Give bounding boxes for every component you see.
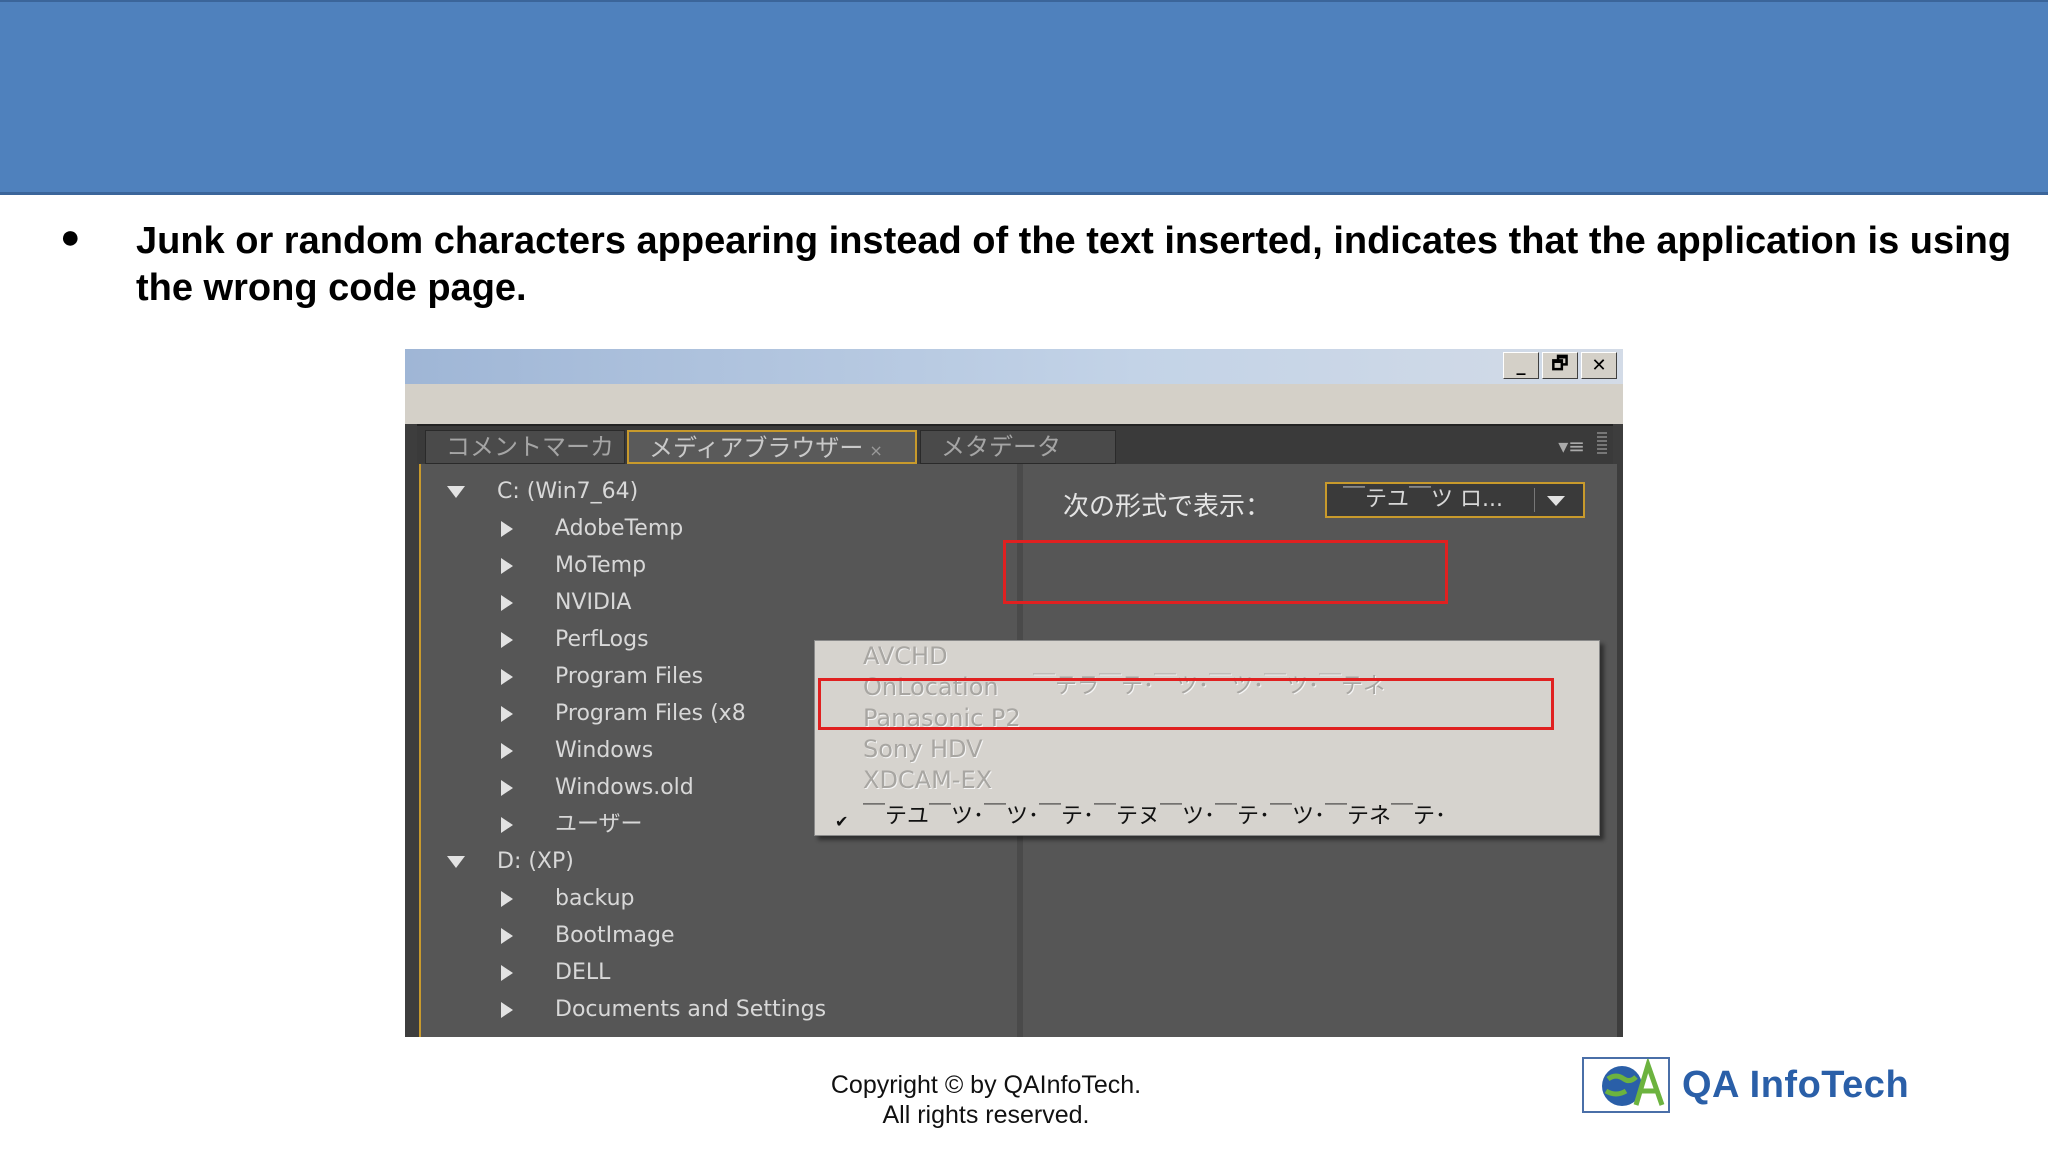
- tab-comment-marker[interactable]: コメントマーカー: [425, 430, 625, 493]
- menu-item-avchd[interactable]: AVCHD: [863, 641, 948, 671]
- media-browser-panel: コメントマーカー メディアブラウザー × メタデータ ▾≡ C: (Win7_64…: [405, 424, 1623, 1037]
- select-separator: [1534, 488, 1535, 512]
- tree-item-label: ユーザー: [555, 812, 643, 837]
- tree-item[interactable]: DELL: [421, 955, 1017, 991]
- panel-menu-icon[interactable]: ▾≡: [1558, 434, 1585, 458]
- copyright-notice: Copyright © by QAInfoTech. All rights re…: [786, 1070, 1186, 1130]
- logo-text: QA InfoTech: [1682, 1063, 1910, 1106]
- tree-item-label: backup: [555, 886, 635, 911]
- expand-arrow-right-icon[interactable]: [501, 669, 513, 685]
- checkmark-icon: ✔: [835, 812, 849, 831]
- tree-item-label: Documents and Settings: [555, 997, 827, 1022]
- tab-close-icon[interactable]: ×: [869, 441, 882, 460]
- tree-item[interactable]: MoTemp: [421, 548, 1017, 584]
- tree-item-label: Windows.old: [555, 775, 694, 800]
- window-controls: _ 🗗 ✕: [1503, 352, 1617, 379]
- expand-arrow-right-icon[interactable]: [501, 780, 513, 796]
- view-as-value: ￣テユ￣ツ ロ...: [1343, 487, 1503, 512]
- format-dropdown-menu: AVCHD OnLocation Panasonic P2 Sony HDV X…: [814, 640, 1600, 836]
- expand-arrow-down-icon[interactable]: [447, 486, 465, 498]
- expand-arrow-down-icon[interactable]: [447, 856, 465, 868]
- highlight-box-selected: [818, 678, 1554, 730]
- menu-item-garbled[interactable]: ￣テユ￣ツ･￣ツ･￣テ･￣テヌ￣ツ･￣テ･￣ツ･￣テネ￣テ･: [863, 802, 1446, 832]
- minimize-button[interactable]: _: [1503, 352, 1539, 379]
- tree-item[interactable]: AdobeTemp: [421, 511, 1017, 547]
- tree-item-label: PerfLogs: [555, 627, 649, 652]
- expand-arrow-right-icon[interactable]: [501, 1002, 513, 1018]
- bullet-text: Junk or random characters appearing inst…: [136, 220, 2012, 309]
- company-logo: QA InfoTech: [1582, 1056, 1910, 1113]
- view-as-label: 次の形式で表示：: [1063, 492, 1272, 522]
- menu-item-xdcam-ex[interactable]: XDCAM-EX: [863, 765, 992, 795]
- bullet-icon: ●: [60, 218, 81, 256]
- window-titlebar: _ 🗗 ✕: [405, 349, 1623, 384]
- expand-arrow-right-icon[interactable]: [501, 965, 513, 981]
- tree-item-label: MoTemp: [555, 553, 647, 578]
- tree-item-label: AdobeTemp: [555, 516, 684, 541]
- tree-item-label: C: (Win7_64): [497, 479, 639, 504]
- copyright-line2: All rights reserved.: [882, 1101, 1090, 1129]
- screenshot-media-browser: _ 🗗 ✕ コメントマーカー メディアブラウザー × メタデータ ▾≡ C: (W…: [405, 349, 1623, 1037]
- tree-item[interactable]: BootImage: [421, 918, 1017, 954]
- tree-item[interactable]: C: (Win7_64): [421, 474, 1017, 510]
- panel-tabbar: コメントマーカー メディアブラウザー × メタデータ ▾≡: [417, 424, 1613, 493]
- expand-arrow-right-icon[interactable]: [501, 558, 513, 574]
- tab-media-browser[interactable]: メディアブラウザー ×: [627, 430, 917, 464]
- tree-item-label: Program Files (x8: [555, 701, 746, 726]
- expand-arrow-right-icon[interactable]: [501, 706, 513, 722]
- tree-item-label: Windows: [555, 738, 654, 763]
- tab-metadata[interactable]: メタデータ: [920, 430, 1116, 464]
- expand-arrow-right-icon[interactable]: [501, 632, 513, 648]
- tree-item[interactable]: Documents and Settings: [421, 992, 1017, 1028]
- tree-item-label: NVIDIA: [555, 590, 632, 615]
- tree-item[interactable]: D: (XP): [421, 844, 1017, 880]
- expand-arrow-right-icon[interactable]: [501, 595, 513, 611]
- expand-arrow-right-icon[interactable]: [501, 928, 513, 944]
- expand-arrow-right-icon[interactable]: [501, 521, 513, 537]
- grip-icon[interactable]: [1597, 432, 1607, 456]
- chevron-down-icon: [1547, 496, 1565, 506]
- tree-item[interactable]: NVIDIA: [421, 585, 1017, 621]
- tree-item-label: D: (XP): [497, 849, 574, 874]
- tree-item-label: Program Files: [555, 664, 704, 689]
- close-button[interactable]: ✕: [1581, 352, 1617, 379]
- logo-globe-icon: [1582, 1056, 1670, 1113]
- tree-item-label: BootImage: [555, 923, 675, 948]
- expand-arrow-right-icon[interactable]: [501, 743, 513, 759]
- copyright-line1: Copyright © by QAInfoTech.: [830, 1071, 1142, 1099]
- tree-item[interactable]: backup: [421, 881, 1017, 917]
- restore-button[interactable]: 🗗: [1542, 352, 1578, 379]
- expand-arrow-right-icon[interactable]: [501, 817, 513, 833]
- tab-label: メタデータ: [941, 433, 1061, 461]
- tab-label: メディアブラウザー: [649, 434, 864, 462]
- menu-item-sony-hdv[interactable]: Sony HDV: [863, 734, 982, 764]
- view-as-select[interactable]: ￣テユ￣ツ ロ...: [1325, 482, 1585, 518]
- expand-arrow-right-icon[interactable]: [501, 891, 513, 907]
- highlight-box-onlocation: [1003, 540, 1448, 604]
- window-menu-area: [405, 384, 1623, 424]
- title-banner: [0, 0, 2048, 195]
- tree-item-label: DELL: [555, 960, 611, 985]
